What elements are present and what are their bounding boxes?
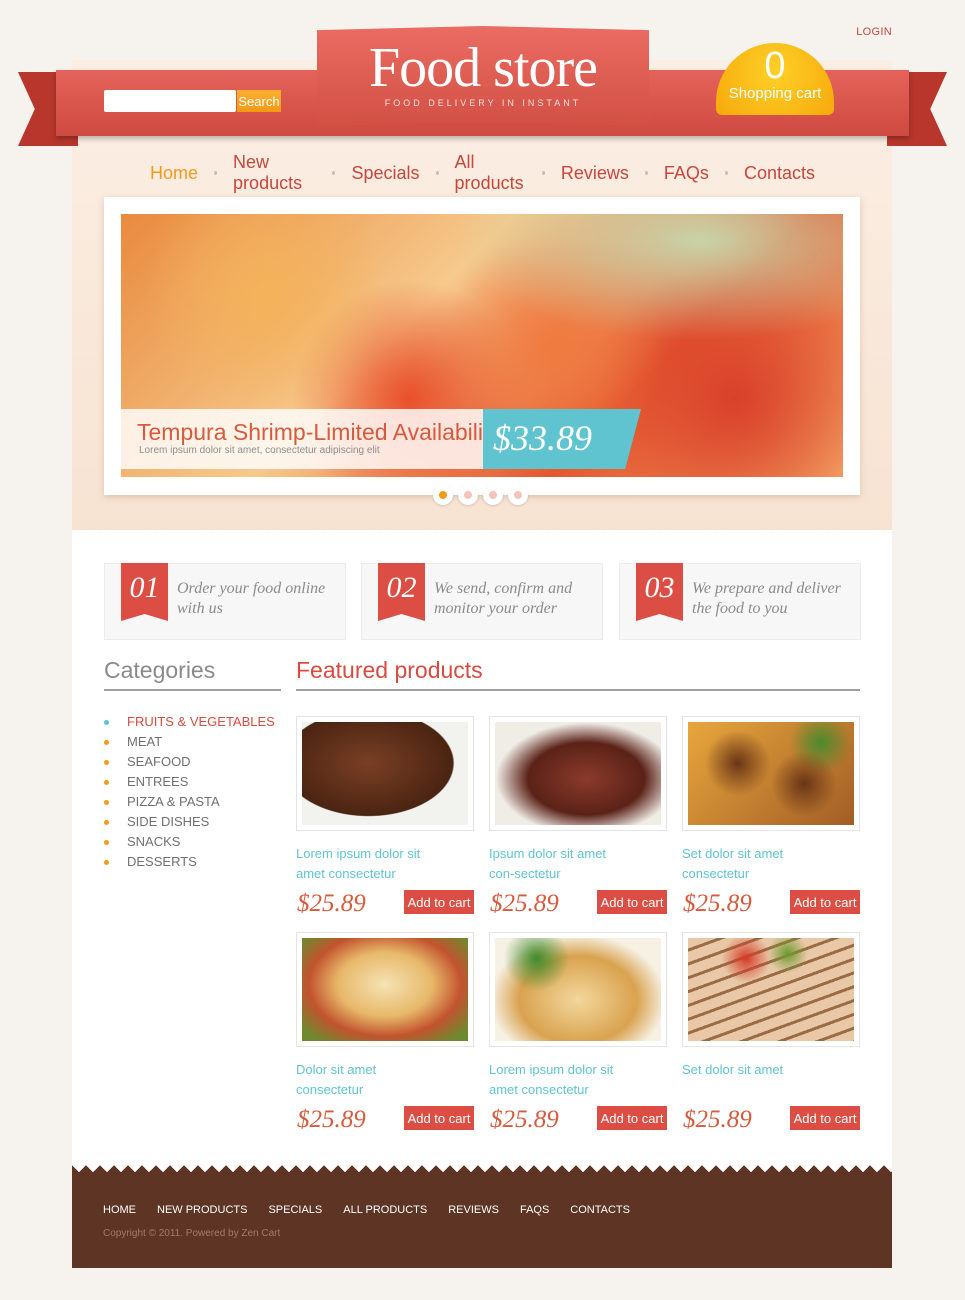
- product-card: Lorem ipsum dolor sit amet consectetur $…: [489, 932, 667, 1136]
- product-price: $25.89: [490, 890, 559, 917]
- product-card: Ipsum dolor sit amet con-sectetur $25.89…: [489, 716, 667, 920]
- slide-subtitle: Lorem ipsum dolor sit amet, consectetur …: [139, 445, 380, 456]
- step-text: We send, confirm and monitor your order: [434, 580, 573, 617]
- step-card: 03 We prepare and deliver the food to yo…: [619, 563, 861, 640]
- nav-separator: [435, 171, 439, 175]
- product-price: $25.89: [490, 1106, 559, 1133]
- search-button[interactable]: Search: [237, 90, 281, 112]
- footer-link-specials[interactable]: SPECIALS: [268, 1204, 322, 1216]
- category-item[interactable]: PIZZA & PASTA: [104, 792, 275, 812]
- main-nav: Home New products Specials All products …: [150, 152, 815, 194]
- step-number: 02: [378, 563, 425, 621]
- logo-tagline: FOOD DELIVERY IN INSTANT: [384, 98, 582, 108]
- slider-dot[interactable]: [508, 485, 528, 505]
- product-card: Lorem ipsum dolor sit amet consectetur $…: [296, 716, 474, 920]
- nav-separator: [541, 171, 545, 175]
- product-name[interactable]: Ipsum dolor sit amet con-sectetur: [489, 844, 629, 884]
- add-to-cart-button[interactable]: Add to cart: [404, 1106, 474, 1130]
- nav-separator: [724, 171, 728, 175]
- product-name[interactable]: Lorem ipsum dolor sit amet consectetur: [296, 844, 436, 884]
- add-to-cart-button[interactable]: Add to cart: [790, 890, 860, 914]
- footer-link-faqs[interactable]: FAQS: [520, 1204, 549, 1216]
- product-price: $25.89: [683, 1106, 752, 1133]
- slider-dot[interactable]: [458, 485, 478, 505]
- featured-title: Featured products: [296, 657, 483, 683]
- footer-nav: HOME NEW PRODUCTS SPECIALS ALL PRODUCTS …: [103, 1204, 630, 1216]
- category-item[interactable]: FRUITS & VEGETABLES: [104, 712, 275, 732]
- category-item[interactable]: DESSERTS: [104, 852, 275, 872]
- footer-link-new-products[interactable]: NEW PRODUCTS: [157, 1204, 247, 1216]
- nav-separator: [644, 171, 648, 175]
- product-price: $25.89: [297, 1106, 366, 1133]
- category-item[interactable]: MEAT: [104, 732, 275, 752]
- product-card: Set dolor sit amet consectetur $25.89 Ad…: [682, 716, 860, 920]
- nav-separator: [332, 171, 336, 175]
- category-list: FRUITS & VEGETABLES MEAT SEAFOOD ENTREES…: [104, 712, 275, 872]
- product-image[interactable]: [489, 932, 667, 1047]
- footer-zigzag-edge: [72, 1160, 892, 1172]
- category-item[interactable]: ENTREES: [104, 772, 275, 792]
- slider-dot[interactable]: [483, 485, 503, 505]
- nav-new-products[interactable]: New products: [233, 152, 316, 194]
- slide-price: $33.89: [483, 409, 641, 469]
- nav-separator: [214, 171, 218, 175]
- nav-all-products[interactable]: All products: [455, 152, 526, 194]
- product-image[interactable]: [489, 716, 667, 831]
- category-item[interactable]: SIDE DISHES: [104, 812, 275, 832]
- footer-link-all-products[interactable]: ALL PRODUCTS: [343, 1204, 427, 1216]
- slide-title[interactable]: Tempura Shrimp-Limited Availability: [137, 419, 501, 446]
- category-item[interactable]: SNACKS: [104, 832, 275, 852]
- cart-label: Shopping cart: [728, 85, 822, 102]
- footer-link-reviews[interactable]: REVIEWS: [448, 1204, 499, 1216]
- categories-rule: [104, 689, 281, 691]
- slider-dot[interactable]: [433, 485, 453, 505]
- cart-count: 0: [764, 45, 786, 87]
- header-zigzag-edge: [72, 524, 892, 536]
- add-to-cart-button[interactable]: Add to cart: [597, 1106, 667, 1130]
- copyright: Copyright © 2011. Powered by Zen Cart: [103, 1228, 281, 1239]
- nav-faqs[interactable]: FAQs: [664, 163, 709, 184]
- logo[interactable]: Food store FOOD DELIVERY IN INSTANT: [317, 26, 649, 126]
- step-card: 02 We send, confirm and monitor your ord…: [361, 563, 603, 640]
- product-name[interactable]: Lorem ipsum dolor sit amet consectetur: [489, 1060, 629, 1100]
- slider-pagination: [433, 485, 528, 505]
- add-to-cart-button[interactable]: Add to cart: [404, 890, 474, 914]
- step-number: 03: [636, 563, 683, 621]
- product-card: Dolor sit amet consectetur $25.89 Add to…: [296, 932, 474, 1136]
- add-to-cart-button[interactable]: Add to cart: [597, 890, 667, 914]
- nav-reviews[interactable]: Reviews: [561, 163, 629, 184]
- step-text: Order your food online with us: [177, 580, 326, 617]
- step-text: We prepare and deliver the food to you: [692, 580, 841, 617]
- step-number: 01: [121, 563, 168, 621]
- product-image[interactable]: [296, 932, 474, 1047]
- shopping-cart-button[interactable]: 0 Shopping cart: [716, 43, 834, 115]
- product-name[interactable]: Set dolor sit amet: [682, 1060, 822, 1100]
- featured-rule: [296, 689, 860, 691]
- product-price: $25.89: [297, 890, 366, 917]
- step-card: 01 Order your food online with us: [104, 563, 346, 640]
- product-image[interactable]: [682, 932, 860, 1047]
- product-card: Set dolor sit amet $25.89 Add to cart: [682, 932, 860, 1136]
- product-name[interactable]: Dolor sit amet consectetur: [296, 1060, 436, 1100]
- nav-contacts[interactable]: Contacts: [744, 163, 815, 184]
- product-name[interactable]: Set dolor sit amet consectetur: [682, 844, 822, 884]
- footer: HOME NEW PRODUCTS SPECIALS ALL PRODUCTS …: [72, 1172, 892, 1268]
- product-image[interactable]: [682, 716, 860, 831]
- footer-link-contacts[interactable]: CONTACTS: [570, 1204, 630, 1216]
- add-to-cart-button[interactable]: Add to cart: [790, 1106, 860, 1130]
- search-input[interactable]: [104, 90, 236, 112]
- category-item[interactable]: SEAFOOD: [104, 752, 275, 772]
- product-image[interactable]: [296, 716, 474, 831]
- product-price: $25.89: [683, 890, 752, 917]
- categories-title: Categories: [104, 657, 216, 683]
- logo-title: Food store: [369, 37, 598, 99]
- nav-home[interactable]: Home: [150, 163, 198, 184]
- footer-link-home[interactable]: HOME: [103, 1204, 136, 1216]
- nav-specials[interactable]: Specials: [351, 163, 419, 184]
- login-link[interactable]: LOGIN: [856, 26, 892, 38]
